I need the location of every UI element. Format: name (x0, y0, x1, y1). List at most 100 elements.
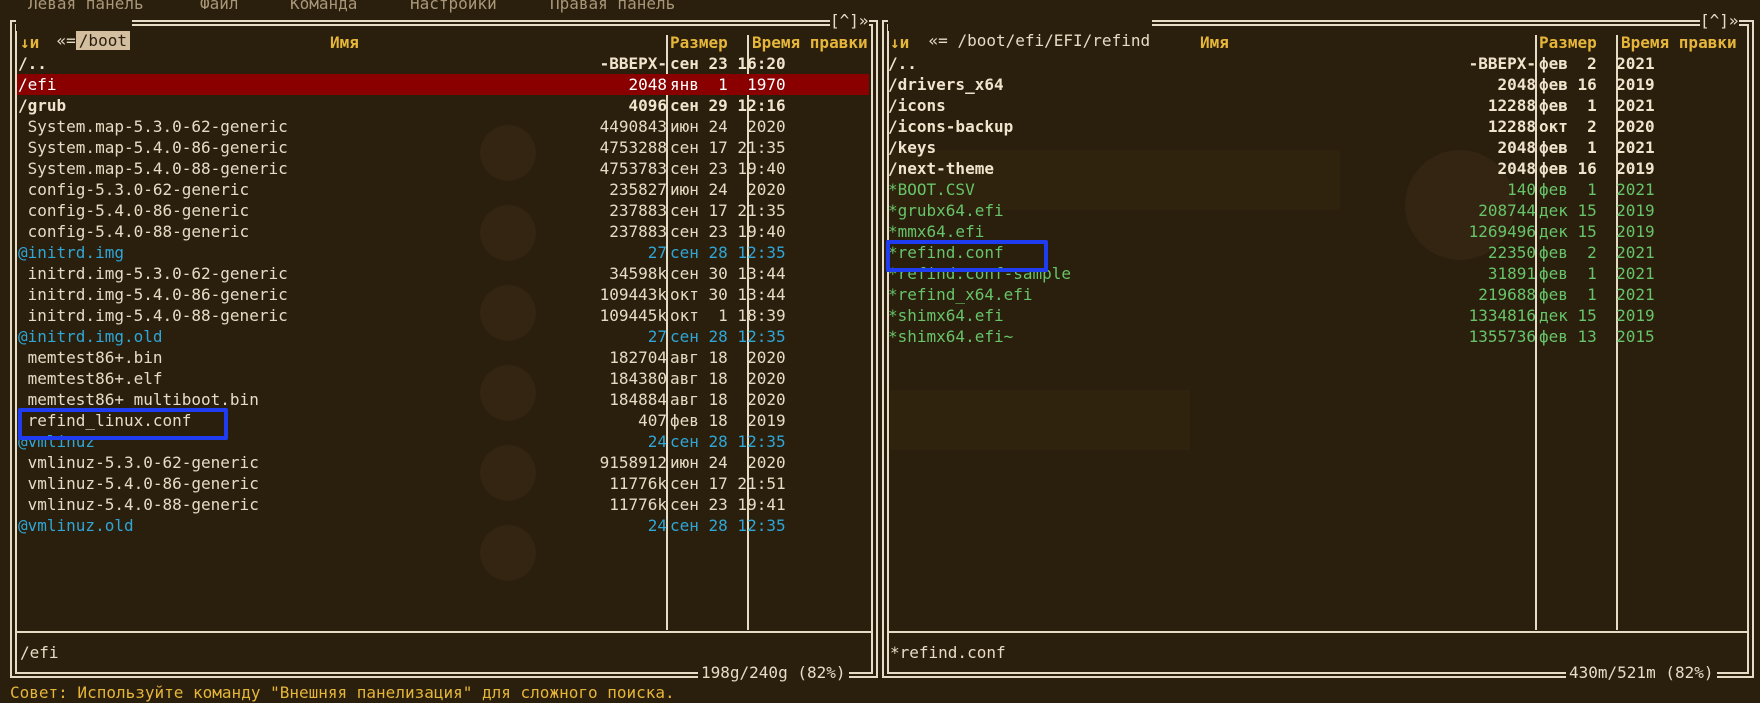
file-name: memtest86+.elf (18, 369, 163, 388)
right-panel-controls[interactable]: [^]» (1700, 11, 1739, 31)
file-time: сен 28 12:35 (670, 432, 786, 451)
column-header-name[interactable]: Имя (1200, 32, 1229, 53)
file-size: 235827 (609, 180, 667, 199)
file-size: 12288 (1487, 96, 1536, 115)
file-size: 219688 (1478, 285, 1536, 304)
file-size: 24 (647, 432, 667, 451)
file-row[interactable]: @initrd.img 27 сен 28 12:35 (17, 242, 869, 263)
file-row[interactable]: *refind.conf-sample 31891 фев 1 2021 (888, 263, 1745, 284)
file-size: 24 (647, 516, 667, 535)
file-row[interactable]: *grubx64.efi 208744 дек 15 2019 (888, 200, 1745, 221)
file-name: initrd.img-5.4.0-86-generic (18, 285, 288, 304)
file-size: 140 (1507, 180, 1536, 199)
right-panel[interactable]: «= /boot/efi/EFI/refind [^]» ↓и Имя Разм… (882, 11, 1756, 683)
status-separator (887, 631, 1747, 633)
file-name: config-5.4.0-86-generic (18, 201, 250, 220)
column-header-sort[interactable]: ↓и (20, 32, 39, 53)
file-time: янв 1 1970 (670, 75, 786, 94)
file-row[interactable]: *refind.conf 22350 фев 2 2021 (888, 242, 1745, 263)
column-header-size[interactable]: Размер (1539, 32, 1597, 53)
file-name: /icons (888, 96, 946, 115)
file-row[interactable]: /grub 4096 сен 29 12:16 (17, 95, 869, 116)
file-time: дек 15 2019 (1539, 201, 1655, 220)
file-size: 11776k (609, 474, 667, 493)
file-name: /.. (888, 54, 917, 73)
file-row[interactable]: vmlinuz-5.3.0-62-generic 9158912 июн 24 20… (17, 452, 869, 473)
file-row[interactable]: vmlinuz-5.4.0-88-generic 11776k сен 23 19:… (17, 494, 869, 515)
file-row[interactable]: System.map-5.4.0-88-generic 4753783 сен 23… (17, 158, 869, 179)
file-row[interactable]: *shimx64.efi 1334816 дек 15 2019 (888, 305, 1745, 326)
file-row[interactable]: refind_linux.conf 407 фев 18 2019 (17, 410, 869, 431)
file-row[interactable]: /next-theme 2048 фев 16 2019 (888, 158, 1745, 179)
file-size: 22350 (1487, 243, 1536, 262)
panel-path[interactable]: /boot (75, 31, 130, 50)
file-name: /next-theme (888, 159, 994, 178)
file-row[interactable]: /icons-backup 12288 окт 2 2020 (888, 116, 1745, 137)
file-row[interactable]: /.. -ВВЕРХ-сен 23 16:20 (17, 53, 869, 74)
file-row[interactable]: /efi 2048 янв 1 1970 (17, 74, 869, 95)
file-size: 27 (647, 243, 667, 262)
file-name: /drivers_x64 (888, 75, 1004, 94)
file-row[interactable]: System.map-5.3.0-62-generic 4490843 июн 24… (17, 116, 869, 137)
column-header-size[interactable]: Размер (670, 32, 728, 53)
file-name: System.map-5.4.0-88-generic (18, 159, 288, 178)
file-size: 1355736 (1468, 327, 1536, 346)
file-name: *grubx64.efi (888, 201, 1004, 220)
file-name: vmlinuz-5.4.0-88-generic (18, 495, 259, 514)
file-row[interactable]: memtest86+.bin 182704 авг 18 2020 (17, 347, 869, 368)
file-size: 407 (638, 411, 667, 430)
file-row[interactable]: *refind_x64.efi 219688 фев 1 2021 (888, 284, 1745, 305)
file-row[interactable]: /drivers_x64 2048 фев 16 2019 (888, 74, 1745, 95)
file-size: 1269496 (1468, 222, 1536, 241)
file-name: refind_linux.conf (18, 411, 192, 430)
file-size: 31891 (1487, 264, 1536, 283)
file-name: *mmx64.efi (888, 222, 985, 241)
file-row[interactable]: *mmx64.efi 1269496 дек 15 2019 (888, 221, 1745, 242)
file-name: @initrd.img (18, 243, 124, 262)
file-row[interactable]: initrd.img-5.4.0-88-generic 109445k окт 1 … (17, 305, 869, 326)
file-row[interactable]: *BOOT.CSV 140 фев 1 2021 (888, 179, 1745, 200)
file-row[interactable]: config-5.4.0-88-generic 237883 сен 23 19:4… (17, 221, 869, 242)
disk-free: 198g/240g (82%) (698, 663, 849, 683)
file-time: сен 30 13:44 (670, 264, 786, 283)
file-name: /icons-backup (888, 117, 1014, 136)
left-panel-controls[interactable]: [^]» (830, 11, 869, 31)
file-row[interactable]: initrd.img-5.4.0-86-generic 109443k окт 30… (17, 284, 869, 305)
file-time: окт 1 18:39 (670, 306, 786, 325)
file-size: 34598k (609, 264, 667, 283)
file-time: июн 24 2020 (670, 117, 786, 136)
file-time: фев 13 2015 (1539, 327, 1655, 346)
column-header-sort[interactable]: ↓и (890, 32, 909, 53)
file-size: 11776k (609, 495, 667, 514)
column-header-name[interactable]: Имя (330, 32, 359, 53)
file-time: сен 23 19:40 (670, 159, 786, 178)
file-name: *refind.conf-sample (888, 264, 1072, 283)
file-size: 184380 (609, 369, 667, 388)
file-row[interactable]: @vmlinuz.old 24 сен 28 12:35 (17, 515, 869, 536)
left-panel[interactable]: «=/boot [^]» ↓и Имя Размер Время правки … (10, 11, 878, 683)
file-row[interactable]: /.. -ВВЕРХ-фев 2 2021 (888, 53, 1745, 74)
column-header-time[interactable]: Время правки (752, 32, 868, 53)
file-row[interactable]: config-5.3.0-62-generic 235827 июн 24 2020 (17, 179, 869, 200)
file-time: фев 18 2019 (670, 411, 786, 430)
file-name: @vmlinuz (18, 432, 96, 451)
file-row[interactable]: @vmlinuz 24 сен 28 12:35 (17, 431, 869, 452)
file-size: 4753783 (599, 159, 667, 178)
file-row[interactable]: /keys 2048 фев 1 2021 (888, 137, 1745, 158)
file-row[interactable]: @initrd.img.old 27 сен 28 12:35 (17, 326, 869, 347)
file-row[interactable]: *shimx64.efi~ 1355736 фев 13 2015 (888, 326, 1745, 347)
file-row[interactable]: memtest86+.elf 184380 авг 18 2020 (17, 368, 869, 389)
file-row[interactable]: initrd.img-5.3.0-62-generic 34598k сен 30 … (17, 263, 869, 284)
file-size: 12288 (1487, 117, 1536, 136)
column-header-time[interactable]: Время правки (1621, 32, 1737, 53)
file-row[interactable]: System.map-5.4.0-86-generic 4753288 сен 17… (17, 137, 869, 158)
file-size: 2048 (1497, 75, 1536, 94)
file-row[interactable]: /icons 12288 фев 1 2021 (888, 95, 1745, 116)
file-row[interactable]: config-5.4.0-86-generic 237883 сен 17 21:3… (17, 200, 869, 221)
file-size: 4096 (628, 96, 667, 115)
file-row[interactable]: vmlinuz-5.4.0-86-generic 11776k сен 17 21:… (17, 473, 869, 494)
file-name: vmlinuz-5.4.0-86-generic (18, 474, 259, 493)
file-size: 9158912 (599, 453, 667, 472)
panel-path[interactable]: /boot/efi/EFI/refind (957, 31, 1150, 50)
file-row[interactable]: memtest86+_multiboot.bin 184884 авг 18 202… (17, 389, 869, 410)
